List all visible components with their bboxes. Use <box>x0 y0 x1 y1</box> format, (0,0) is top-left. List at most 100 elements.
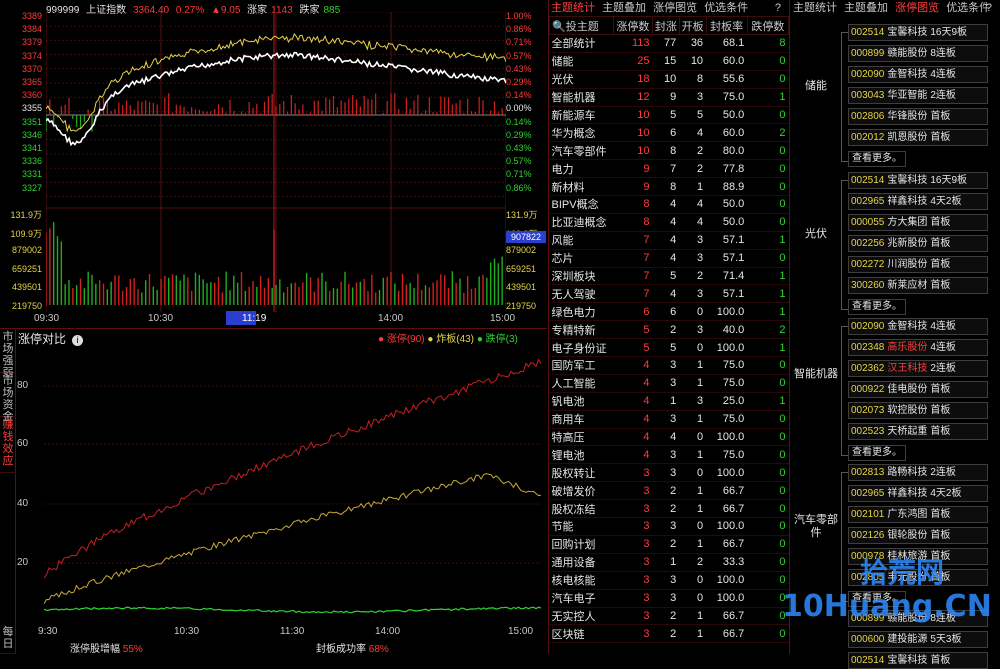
stock-chip[interactable]: 002965 祥鑫科技 4天2板 <box>848 485 988 502</box>
theme-row[interactable]: 新材料 9 8 1 88.9 0 <box>549 177 789 197</box>
right-help-icon[interactable]: ? <box>986 0 992 16</box>
stock-chip[interactable]: 002514 宝馨科技 16天9板 <box>848 24 988 41</box>
stock-chip[interactable]: 002272 川润股份 首板 <box>848 256 988 273</box>
theme-row[interactable]: 华为概念 10 6 4 60.0 2 <box>549 123 789 143</box>
theme-row[interactable]: 股权冻结 3 2 1 66.7 0 <box>549 499 789 519</box>
theme-row[interactable]: 专精特新 5 2 3 40.0 2 <box>549 320 789 340</box>
theme-row[interactable]: 电力 9 7 2 77.8 0 <box>549 159 789 179</box>
theme-row[interactable]: 国防军工 4 3 1 75.0 0 <box>549 356 789 375</box>
stock-chip[interactable]: 002813 路畅科技 2连板 <box>848 464 988 481</box>
stock-code: 002514 <box>851 175 885 186</box>
theme-row[interactable]: 股权转让 3 3 0 100.0 0 <box>549 463 789 483</box>
mid-tab-filter[interactable]: 优选条件 <box>704 2 748 14</box>
stock-chip[interactable]: 002126 银轮股份 首板 <box>848 527 988 544</box>
stock-code: 002362 <box>851 363 885 374</box>
col-seal-rate[interactable]: 封板率 <box>705 16 748 35</box>
tab-daily[interactable]: 每日 <box>0 624 16 654</box>
col-limit-down[interactable]: 跌停数 <box>746 16 790 35</box>
theme-row[interactable]: BIPV概念 8 4 4 50.0 0 <box>549 195 789 214</box>
stock-chip[interactable]: 002348 高乐股份 4连板 <box>848 339 988 356</box>
stock-name: 建投能源 <box>887 634 928 645</box>
seal-rate: 100.0 <box>706 589 748 608</box>
stock-chip[interactable]: 002523 天桥起重 首板 <box>848 423 988 440</box>
stock-chip[interactable]: 000055 方大集团 首板 <box>848 214 988 231</box>
seal-rate: 88.9 <box>706 177 748 197</box>
mid-tab-limit-view[interactable]: 涨停图览 <box>653 2 697 14</box>
theme-row[interactable]: 电子身份证 5 5 0 100.0 1 <box>549 338 789 358</box>
theme-row[interactable]: 新能源车 10 5 5 50.0 0 <box>549 106 789 125</box>
limit-down-count: 0 <box>747 159 789 179</box>
theme-row[interactable]: 节能 3 3 0 100.0 0 <box>549 517 789 536</box>
theme-row[interactable]: 比亚迪概念 8 4 4 50.0 0 <box>549 213 789 232</box>
stock-chip[interactable]: 000600 建投能源 5天3板 <box>848 631 988 648</box>
theme-row[interactable]: 储能 25 15 10 60.0 0 <box>549 52 789 71</box>
see-more-button[interactable]: 查看更多。 <box>848 591 906 607</box>
theme-row[interactable]: 商用车 4 3 1 75.0 0 <box>549 410 789 429</box>
theme-row[interactable]: 钒电池 4 1 3 25.0 1 <box>549 392 789 411</box>
see-more-button[interactable]: 查看更多。 <box>848 299 906 315</box>
stock-chip[interactable]: 002012 凯恩股份 首板 <box>848 129 988 146</box>
theme-row[interactable]: 无人驾驶 7 4 3 57.1 1 <box>549 284 789 304</box>
theme-row[interactable]: 无实控人 3 2 1 66.7 0 <box>549 607 789 626</box>
right-tab-limit-view[interactable]: 涨停图览 <box>895 2 939 14</box>
theme-row[interactable]: 智能机器 12 9 3 75.0 1 <box>549 88 789 107</box>
mid-tab-theme-overlay[interactable]: 主题叠加 <box>602 2 646 14</box>
theme-row[interactable]: 风能 7 4 3 57.1 1 <box>549 231 789 250</box>
tab-market-strength[interactable]: 市场强弱 <box>0 329 16 379</box>
theme-row[interactable]: 绿色电力 6 6 0 100.0 1 <box>549 302 789 322</box>
stock-chip[interactable]: 002514 宝馨科技 16天9板 <box>848 172 988 189</box>
stock-chip[interactable]: 000899 赣能股份 8连板 <box>848 610 988 627</box>
right-tab-filter[interactable]: 优选条件 <box>946 2 990 14</box>
limit-up-count: 8 <box>613 195 653 214</box>
col-opened[interactable]: 开板 <box>678 16 707 35</box>
stock-chip[interactable]: 002806 华锋股份 首板 <box>848 108 988 125</box>
theme-row[interactable]: 锂电池 4 3 1 75.0 0 <box>549 445 789 465</box>
right-tab-theme-stats[interactable]: 主题统计 <box>793 2 837 14</box>
theme-row[interactable]: 芯片 7 4 3 57.1 0 <box>549 249 789 268</box>
mid-help-icon[interactable]: ? <box>775 0 781 16</box>
tab-market-funds[interactable]: 市场资金 <box>0 373 16 423</box>
info-icon[interactable]: i <box>72 335 84 346</box>
theme-row[interactable]: 回购计划 3 2 1 66.7 0 <box>549 535 789 554</box>
theme-row[interactable]: 人工智能 4 3 1 75.0 0 <box>549 374 789 393</box>
col-theme[interactable]: 🔍投主题 <box>549 16 614 35</box>
opened-count: 3 <box>679 320 707 340</box>
theme-row[interactable]: 深圳板块 7 5 2 71.4 1 <box>549 267 789 286</box>
stock-chip[interactable]: 000922 佳电股份 首板 <box>848 381 988 398</box>
stock-chip[interactable]: 002805 丰元股份 首板 <box>848 569 988 586</box>
theme-row[interactable]: 汽车电子 3 3 0 100.0 0 <box>549 589 789 608</box>
stock-chip[interactable]: 300260 新莱应材 首板 <box>848 277 988 294</box>
theme-name: 电力 <box>549 159 614 179</box>
theme-row[interactable]: 区块链 3 2 1 66.7 0 <box>549 624 789 644</box>
col-sealed[interactable]: 封涨 <box>652 16 680 35</box>
stock-chip[interactable]: 002101 广东鸿图 首板 <box>848 506 988 523</box>
stock-chip[interactable]: 003043 华亚智能 2连板 <box>848 87 988 104</box>
stock-chip[interactable]: 000899 赣能股份 8连板 <box>848 45 988 62</box>
theme-row[interactable]: 特高压 4 4 0 100.0 0 <box>549 428 789 447</box>
theme-row[interactable]: 汽车零部件 10 8 2 80.0 0 <box>549 141 789 161</box>
mid-tab-theme-stats[interactable]: 主题统计 <box>551 2 595 14</box>
stock-chip[interactable]: 002090 金智科技 4连板 <box>848 66 988 83</box>
stock-chip[interactable]: 002514 宝馨科技 首板 <box>848 652 988 669</box>
see-more-button[interactable]: 查看更多。 <box>848 445 906 461</box>
theme-row[interactable]: 核电核能 3 3 0 100.0 0 <box>549 571 789 590</box>
sealed-count: 3 <box>652 410 680 429</box>
footer-left-label: 涨停股增幅 <box>70 644 120 655</box>
theme-row[interactable]: 破增发价 3 2 1 66.7 0 <box>549 481 789 501</box>
theme-row[interactable]: 全部统计 113 77 36 68.1 8 <box>549 34 789 53</box>
theme-row[interactable]: 光伏 18 10 8 55.6 0 <box>549 70 789 89</box>
theme-row[interactable]: 通用设备 3 1 2 33.3 0 <box>549 553 789 572</box>
stock-chip[interactable]: 000978 桂林旅游 首板 <box>848 548 988 565</box>
stock-chip[interactable]: 002073 软控股份 首板 <box>848 402 988 419</box>
col-limit-up[interactable]: 涨停数 <box>612 16 654 35</box>
stock-chip[interactable]: 002965 祥鑫科技 4天2板 <box>848 193 988 210</box>
stock-chip[interactable]: 002090 金智科技 4连板 <box>848 318 988 335</box>
see-more-button[interactable]: 查看更多。 <box>848 151 906 167</box>
tab-profit-effect[interactable]: 赚钱效应 <box>0 417 16 473</box>
intraday-chart[interactable] <box>46 12 506 317</box>
stock-chip[interactable]: 002256 兆新股份 首板 <box>848 235 988 252</box>
right-tab-theme-overlay[interactable]: 主题叠加 <box>844 2 888 14</box>
stock-chip[interactable]: 002362 汉王科技 2连板 <box>848 360 988 377</box>
limit-compare-chart[interactable] <box>44 346 541 622</box>
price-tick-left: 3365 <box>21 77 42 87</box>
